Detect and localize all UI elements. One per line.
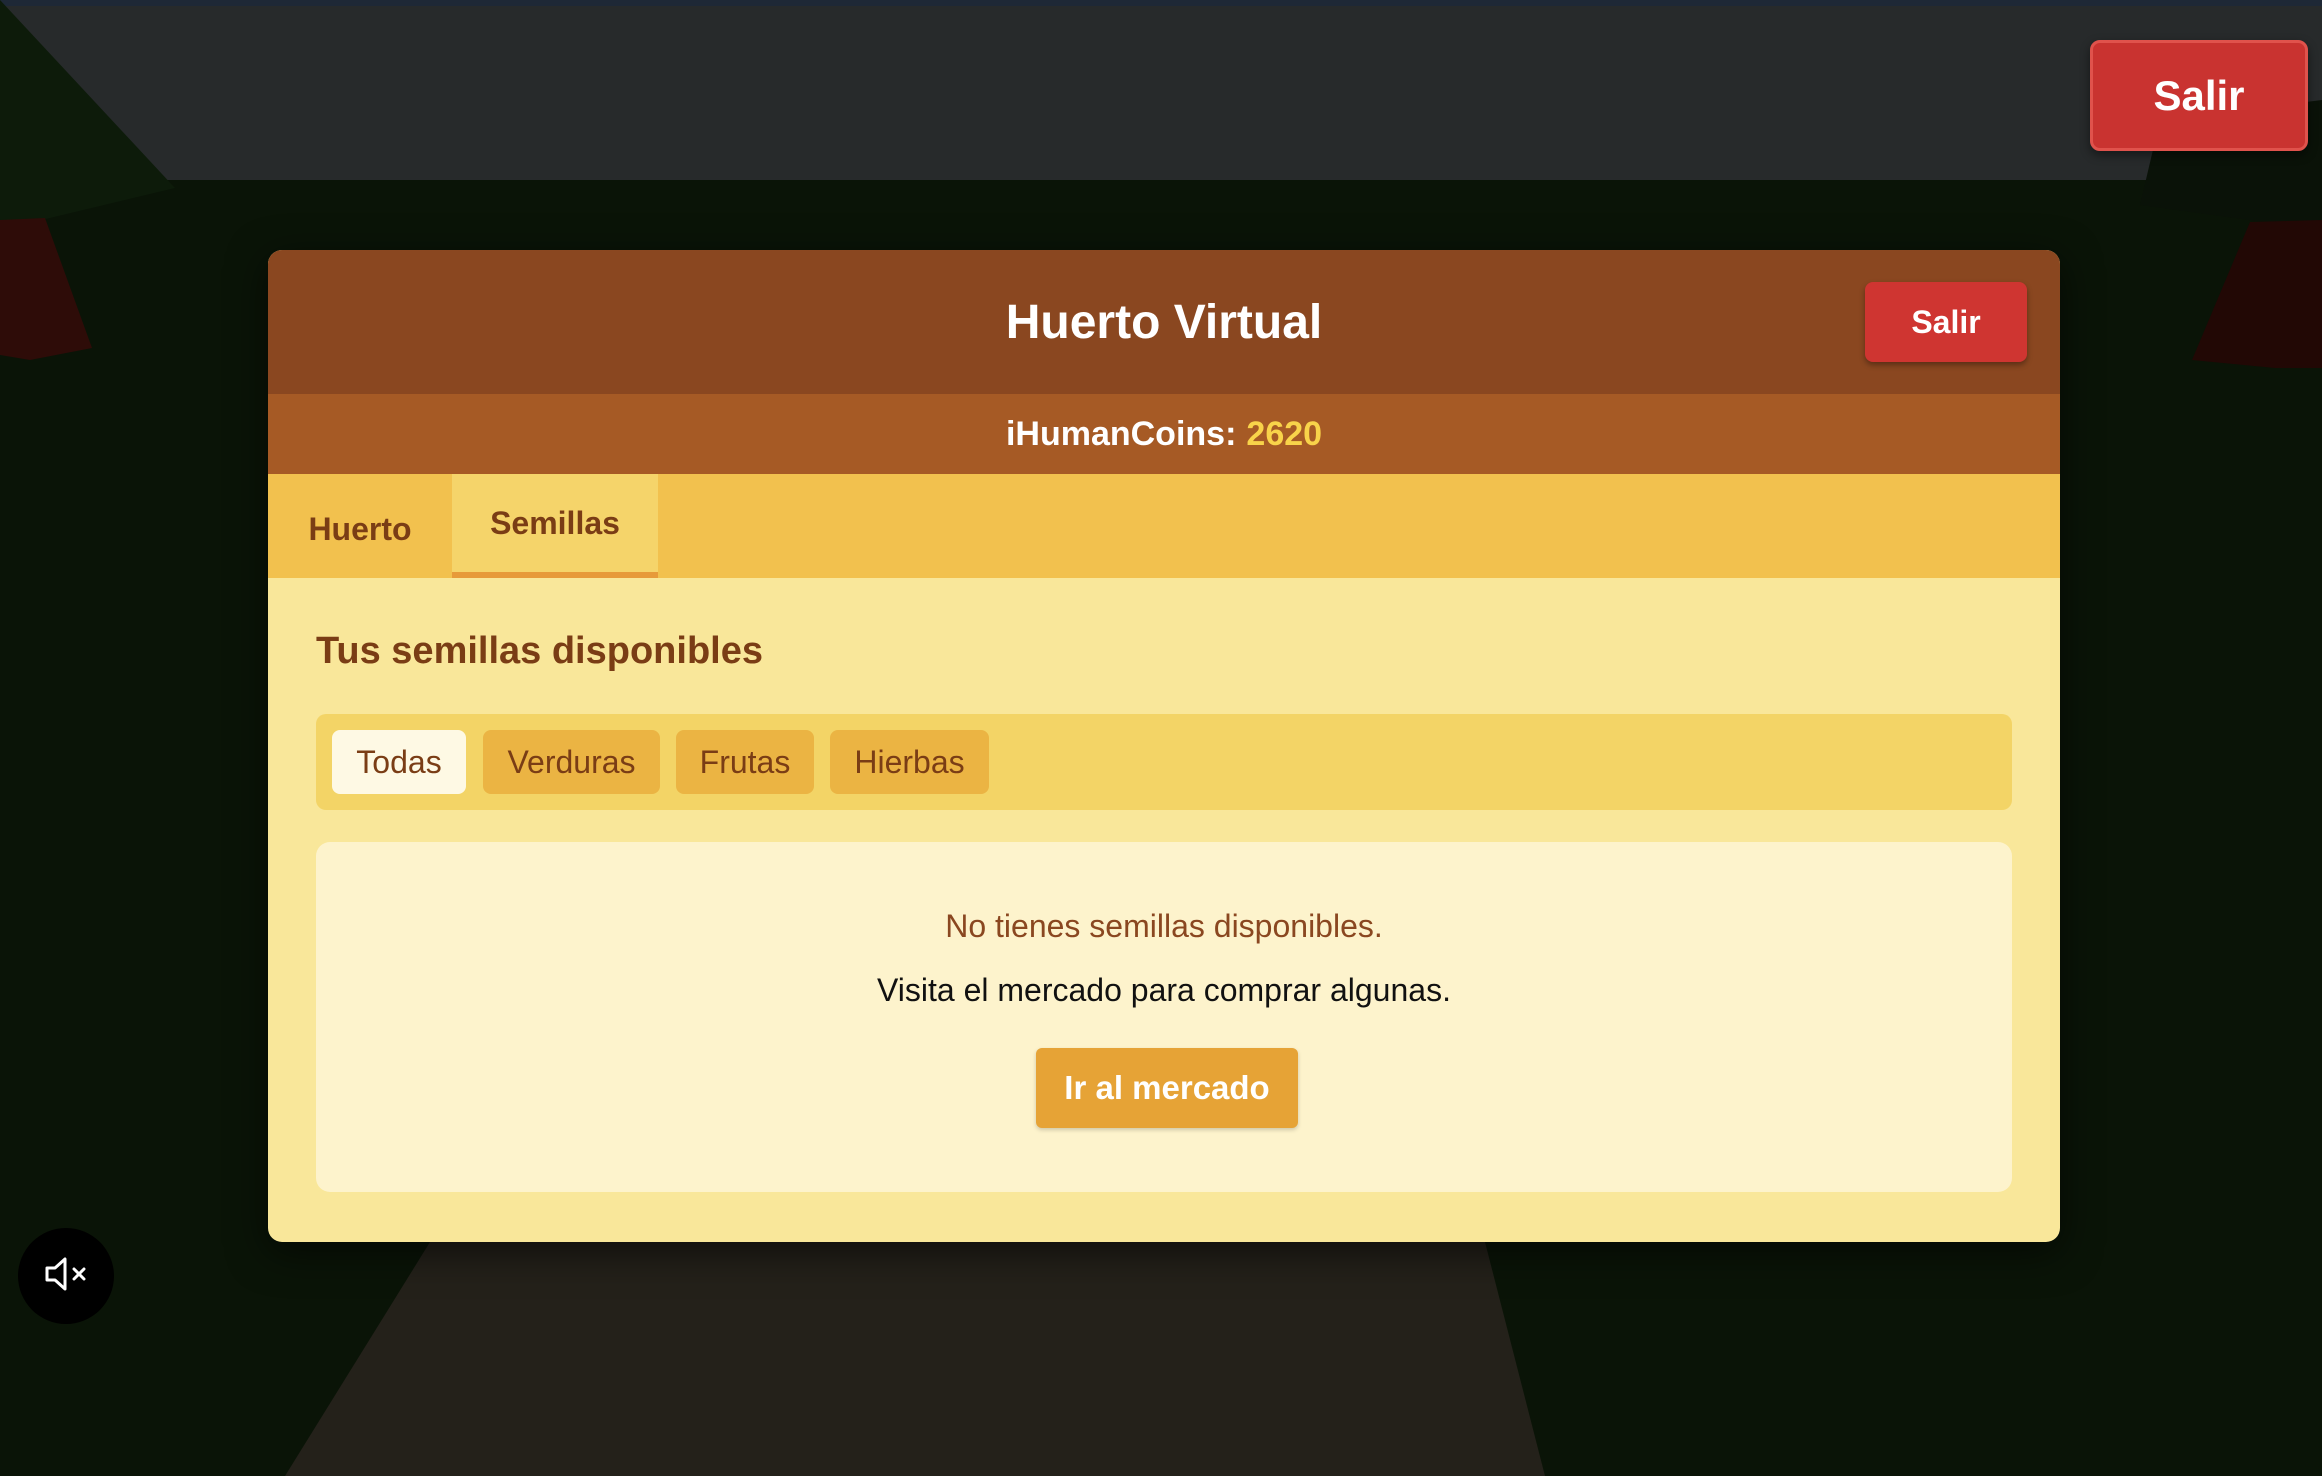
empty-state-hint: Visita el mercado para comprar algunas. [877, 972, 1451, 1008]
empty-state-message: No tienes semillas disponibles. [945, 908, 1383, 944]
exit-game-button[interactable]: Salir [2090, 40, 2308, 151]
filter-todas[interactable]: Todas [332, 730, 466, 794]
filter-hierbas[interactable]: Hierbas [830, 730, 989, 794]
coins-label: iHumanCoins: [1005, 414, 1237, 453]
go-to-market-button[interactable]: Ir al mercado [1036, 1048, 1298, 1128]
modal-title: Huerto Virtual [1005, 295, 1323, 349]
speaker-muted-icon [43, 1254, 89, 1299]
coins-value: 2620 [1246, 414, 1323, 453]
virtual-garden-modal: Huerto Virtual Salir iHumanCoins: 2620 H… [268, 250, 2060, 1242]
empty-state-box: No tienes semillas disponibles. Visita e… [316, 842, 2012, 1192]
coins-bar: iHumanCoins: 2620 [268, 394, 2060, 474]
modal-exit-button[interactable]: Salir [1865, 282, 2027, 362]
tab-semillas[interactable]: Semillas [452, 474, 658, 578]
filter-verduras[interactable]: Verduras [483, 730, 660, 794]
filter-frutas[interactable]: Frutas [676, 730, 814, 794]
section-title: Tus semillas disponibles [316, 630, 763, 672]
seed-filter-bar: Todas Verduras Frutas Hierbas [316, 714, 2012, 810]
mute-toggle-button[interactable] [18, 1228, 114, 1324]
tab-bar: Huerto Semillas [268, 474, 2060, 578]
tab-huerto[interactable]: Huerto [268, 474, 452, 578]
